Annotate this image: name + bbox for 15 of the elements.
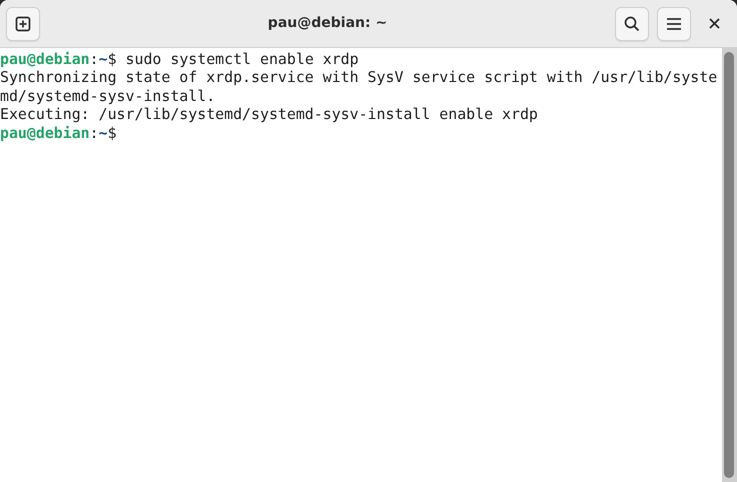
output-line: md/systemd-sysv-install.: [0, 86, 216, 105]
menu-button[interactable]: [657, 6, 691, 40]
output-line: Executing: /usr/lib/systemd/systemd-sysv-install enable xrdp: [0, 105, 538, 124]
plus-icon: [15, 16, 31, 32]
scrollbar[interactable]: [722, 48, 737, 482]
menu-icon: [666, 16, 682, 30]
new-tab-button[interactable]: [6, 6, 40, 40]
output-line: Synchronizing state of xrdp.service with SysV service script with /usr/lib/syste: [0, 68, 718, 86]
close-icon: [708, 18, 720, 29]
prompt-line: pau@debian:~$: [0, 124, 117, 142]
search-icon: [624, 16, 640, 32]
scrollbar-thumb[interactable]: [724, 52, 734, 478]
prompt-line: pau@debian:~$ sudo systemctl enable xrdp: [0, 50, 359, 68]
search-button[interactable]: [615, 6, 649, 40]
window-title: pau@debian: ~: [268, 15, 388, 31]
